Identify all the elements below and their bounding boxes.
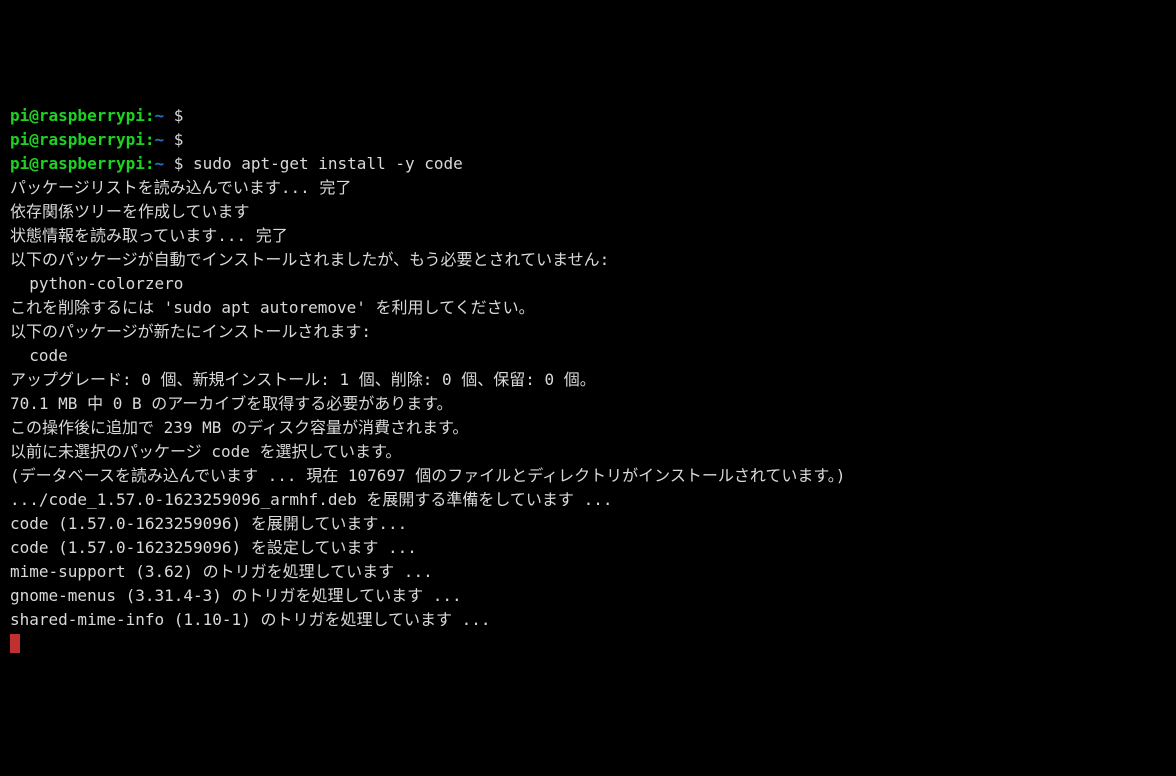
prompt-colon: : — [145, 130, 155, 149]
output-line: 70.1 MB 中 0 B のアーカイブを取得する必要があります。 — [10, 392, 1166, 416]
user-host: pi@raspberrypi — [10, 106, 145, 125]
user-host: pi@raspberrypi — [10, 154, 145, 173]
output-line: パッケージリストを読み込んでいます... 完了 — [10, 176, 1166, 200]
output-line: shared-mime-info (1.10-1) のトリガを処理しています .… — [10, 608, 1166, 632]
output-line: python-colorzero — [10, 272, 1166, 296]
cursor — [10, 634, 20, 653]
output-line: 以前に未選択のパッケージ code を選択しています。 — [10, 440, 1166, 464]
prompt-line: pi@raspberrypi:~ $ — [10, 104, 1166, 128]
prompt-symbol: $ — [164, 154, 193, 173]
prompt-colon: : — [145, 106, 155, 125]
prompt-symbol: $ — [164, 106, 193, 125]
output-line: 以下のパッケージが新たにインストールされます: — [10, 320, 1166, 344]
output-line: これを削除するには 'sudo apt autoremove' を利用してくださ… — [10, 296, 1166, 320]
output-line: mime-support (3.62) のトリガを処理しています ... — [10, 560, 1166, 584]
terminal-output[interactable]: pi@raspberrypi:~ $ pi@raspberrypi:~ $ pi… — [10, 104, 1166, 656]
cursor-line — [10, 632, 1166, 656]
output-line: code — [10, 344, 1166, 368]
output-line: アップグレード: 0 個、新規インストール: 1 個、削除: 0 個、保留: 0… — [10, 368, 1166, 392]
user-host: pi@raspberrypi — [10, 130, 145, 149]
prompt-path: ~ — [155, 130, 165, 149]
output-line: .../code_1.57.0-1623259096_armhf.deb を展開… — [10, 488, 1166, 512]
prompt-colon: : — [145, 154, 155, 173]
prompt-line: pi@raspberrypi:~ $ sudo apt-get install … — [10, 152, 1166, 176]
output-line: この操作後に追加で 239 MB のディスク容量が消費されます。 — [10, 416, 1166, 440]
output-line: 状態情報を読み取っています... 完了 — [10, 224, 1166, 248]
output-line: gnome-menus (3.31.4-3) のトリガを処理しています ... — [10, 584, 1166, 608]
prompt-path: ~ — [155, 154, 165, 173]
output-line: code (1.57.0-1623259096) を展開しています... — [10, 512, 1166, 536]
prompt-symbol: $ — [164, 130, 193, 149]
prompt-path: ~ — [155, 106, 165, 125]
output-line: 依存関係ツリーを作成しています — [10, 200, 1166, 224]
command-text: sudo apt-get install -y code — [193, 154, 463, 173]
output-line: code (1.57.0-1623259096) を設定しています ... — [10, 536, 1166, 560]
output-line: 以下のパッケージが自動でインストールされましたが、もう必要とされていません: — [10, 248, 1166, 272]
output-line: (データベースを読み込んでいます ... 現在 107697 個のファイルとディ… — [10, 464, 1166, 488]
prompt-line: pi@raspberrypi:~ $ — [10, 128, 1166, 152]
